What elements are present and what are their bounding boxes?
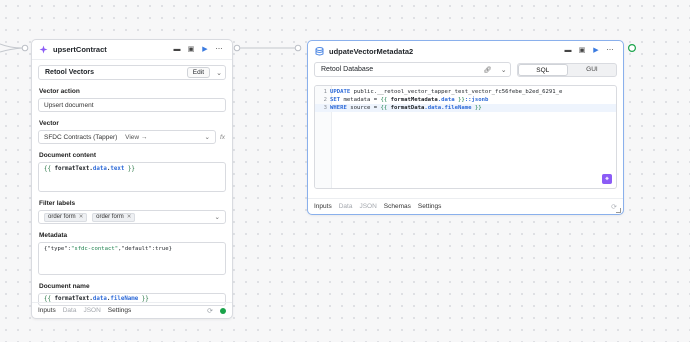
more-icon[interactable]: ⋯	[603, 46, 617, 56]
fx-icon[interactable]: fx	[220, 134, 225, 141]
template-open: {{	[380, 97, 391, 103]
sql-text: public.__retool_vector_tapper_test_vecto…	[350, 89, 563, 95]
sql-line: 2 SET metadata = {{ formatMetadata.data …	[315, 96, 616, 104]
upsert-contract-block[interactable]: upsertContract ▬ ▣ ▶ ⋯ Retool Vectors Ed…	[31, 39, 233, 319]
vector-label: Vector	[39, 120, 59, 127]
filter-tag[interactable]: order form ✕	[44, 212, 88, 222]
more-icon[interactable]: ⋯	[212, 45, 226, 55]
template-open: {{	[380, 105, 391, 111]
sql-keyword: SET	[330, 97, 341, 103]
chevron-down-icon: ⌄	[204, 134, 210, 141]
expand-icon[interactable]: ▣	[575, 46, 589, 56]
block-footer: Inputs Data JSON Settings ⟳	[32, 302, 232, 318]
tab-settings[interactable]: Settings	[418, 203, 442, 210]
metadata-label: Metadata	[39, 232, 68, 239]
vector-action-select[interactable]: Upsert document	[38, 98, 226, 112]
run-icon[interactable]: ▶	[589, 46, 603, 56]
filter-tag-label: order form	[96, 214, 124, 220]
block-footer: Inputs Data JSON Schemas Settings ⟳	[308, 198, 623, 214]
block-title[interactable]: udpateVectorMetadata2	[329, 47, 561, 56]
tab-gui[interactable]: GUI	[568, 64, 616, 76]
filter-labels-select[interactable]: order form ✕ order form ✕ ⌄	[38, 210, 226, 224]
template-object: formatMetadata	[390, 97, 438, 103]
vector-action-value: Upsert document	[44, 101, 94, 109]
template-prop: .data	[437, 97, 455, 103]
tab-sql[interactable]: SQL	[517, 63, 568, 76]
resize-handle[interactable]	[616, 208, 621, 213]
update-vector-metadata-block[interactable]: udpateVectorMetadata2 ▬ ▣ ▶ ⋯ Retool Dat…	[307, 40, 624, 215]
metadata-key: ,"default":true}	[118, 246, 172, 252]
vector-value: SFDC Contracts (Tapper)	[44, 133, 118, 141]
resource-selector[interactable]: Retool Database 🔗︎ ⌄	[314, 62, 511, 77]
remove-tag-icon[interactable]: ✕	[79, 214, 84, 220]
minimize-icon[interactable]: ▬	[170, 45, 184, 55]
sql-cast: ::jsonb	[464, 97, 489, 103]
sql-keyword: UPDATE	[330, 89, 351, 95]
document-content-label: Document content	[39, 152, 97, 159]
vector-select[interactable]: SFDC Contracts (Tapper) View → ⌄	[38, 130, 216, 144]
view-vector-link[interactable]: View →	[125, 134, 147, 141]
sql-text: source =	[346, 105, 381, 111]
tab-inputs[interactable]: Inputs	[38, 307, 56, 314]
tab-settings[interactable]: Settings	[108, 307, 132, 314]
template-object: formatText	[54, 166, 90, 172]
metadata-string: "sfdc-contact"	[70, 246, 119, 252]
status-success-icon	[220, 307, 226, 314]
metadata-key: {"type":	[44, 246, 71, 252]
edit-resource-button[interactable]: Edit	[186, 67, 210, 78]
mode-toggle[interactable]: SQL GUI	[516, 62, 617, 77]
line-number: 3	[323, 105, 327, 111]
vector-icon	[39, 45, 48, 54]
sql-template: {{ formatData.data.fileName }}	[381, 104, 482, 112]
document-content-input[interactable]: {{ formatText.data.text }}	[38, 162, 226, 192]
sql-text: metadata =	[340, 97, 381, 103]
metadata-input[interactable]: {"type":"sfdc-contact","default":true}	[38, 242, 226, 275]
line-number: 2	[323, 97, 327, 103]
expand-icon[interactable]: ▣	[184, 45, 198, 55]
chevron-down-icon: ⌄	[214, 214, 220, 221]
refresh-icon[interactable]: ⟳	[207, 307, 213, 315]
run-icon[interactable]: ▶	[198, 45, 212, 55]
resource-name: Retool Database	[321, 66, 374, 73]
retool-ai-icon[interactable]: ◈	[602, 174, 612, 184]
template-object: formatData	[390, 105, 425, 111]
line-number: 1	[323, 89, 327, 95]
sql-line: 3 WHERE source = {{ formatData.data.file…	[315, 104, 616, 112]
block-title[interactable]: upsertContract	[53, 45, 170, 54]
tab-json[interactable]: JSON	[83, 307, 100, 314]
chevron-down-icon[interactable]: ⌄	[213, 69, 225, 77]
filter-labels-label: Filter labels	[39, 200, 76, 207]
template-close: }}	[454, 97, 465, 103]
sql-template: {{ formatMetadata.data }}	[381, 96, 465, 104]
link-icon[interactable]: 🔗︎	[483, 66, 491, 74]
chevron-down-icon[interactable]: ⌄	[498, 66, 510, 74]
template-prop: .data.fileName	[424, 105, 472, 111]
filter-tag-label: order form	[48, 214, 76, 220]
database-icon	[315, 46, 324, 56]
sql-editor[interactable]: 1 UPDATE public.__retool_vector_tapper_t…	[314, 85, 617, 189]
template-open: {{	[44, 166, 51, 172]
document-name-label: Document name	[39, 283, 90, 290]
template-prop: data	[92, 166, 107, 172]
block-header[interactable]: upsertContract ▬ ▣ ▶ ⋯	[32, 40, 232, 60]
template-close: }}	[471, 105, 482, 111]
tab-schemas[interactable]: Schemas	[384, 203, 411, 210]
block-header[interactable]: udpateVectorMetadata2 ▬ ▣ ▶ ⋯	[308, 41, 623, 61]
tab-data[interactable]: Data	[63, 307, 77, 314]
tab-json[interactable]: JSON	[359, 203, 376, 210]
minimize-icon[interactable]: ▬	[561, 46, 575, 56]
sql-line: 1 UPDATE public.__retool_vector_tapper_t…	[315, 88, 616, 96]
vector-action-label: Vector action	[39, 88, 80, 95]
resource-selector[interactable]: Retool Vectors Edit ⌄	[38, 65, 226, 80]
tab-inputs[interactable]: Inputs	[314, 203, 332, 210]
resource-name: Retool Vectors	[45, 69, 95, 76]
filter-tag[interactable]: order form ✕	[92, 212, 136, 222]
tab-data[interactable]: Data	[339, 203, 353, 210]
template-prop: text	[110, 166, 125, 172]
template-close: }}	[127, 166, 135, 172]
sql-keyword: WHERE	[330, 105, 347, 111]
remove-tag-icon[interactable]: ✕	[127, 214, 132, 220]
